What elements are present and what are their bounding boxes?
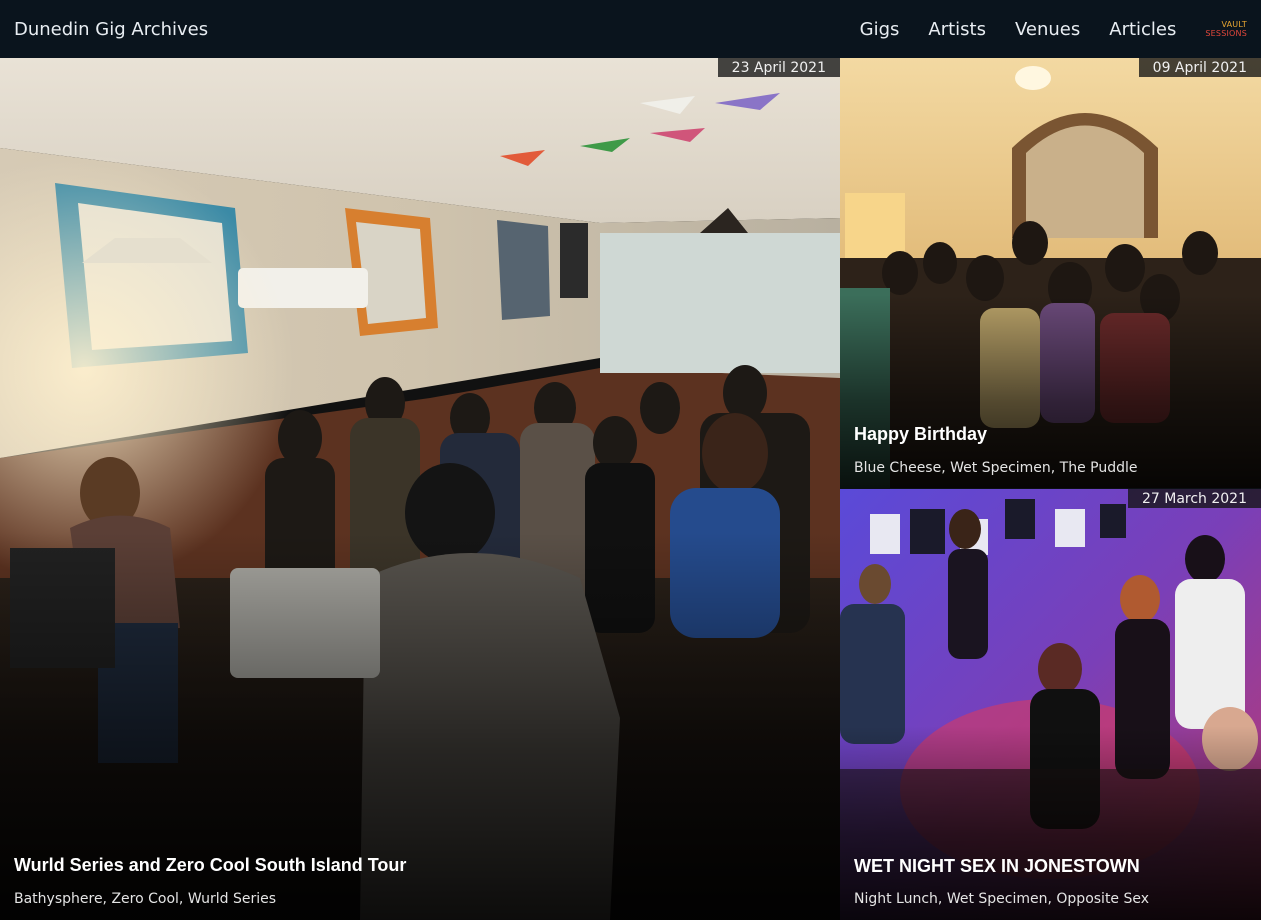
nav-venues[interactable]: Venues	[1015, 19, 1080, 40]
nav-gigs[interactable]: Gigs	[860, 19, 900, 40]
gig-date: 27 March 2021	[1127, 489, 1261, 508]
vault-logo-line1: VAULT	[1221, 20, 1247, 29]
site-title-link[interactable]: Dunedin Gig Archives	[14, 19, 208, 40]
gig-title: WET NIGHT SEX IN JONESTOWN	[854, 856, 1140, 876]
gig-title: Happy Birthday	[854, 424, 988, 444]
nav-artists[interactable]: Artists	[928, 19, 986, 40]
site-header: Dunedin Gig Archives Gigs Artists Venues…	[0, 0, 1261, 58]
vault-logo-line2: SESSIONS	[1205, 29, 1247, 38]
gig-bands: Blue Cheese, Wet Specimen, The Puddle	[854, 460, 1138, 476]
photo-shade	[0, 58, 840, 920]
gig-bands: Bathysphere, Zero Cool, Wurld Series	[14, 891, 277, 907]
gig-card-top-right[interactable]: 09 April 2021 Happy Birthday Blue Cheese…	[840, 58, 1261, 488]
gig-card-featured[interactable]: 23 April 2021 Wurld Series and Zero Cool…	[0, 58, 840, 920]
nav-articles[interactable]: Articles	[1109, 19, 1176, 40]
gig-card-bottom-right[interactable]: 27 March 2021 WET NIGHT SEX IN JONESTOWN…	[840, 489, 1261, 920]
vault-sessions-logo-link[interactable]: VAULT SESSIONS	[1205, 20, 1247, 38]
gig-date: 09 April 2021	[1138, 58, 1261, 77]
gig-date: 23 April 2021	[717, 58, 840, 77]
gig-title: Wurld Series and Zero Cool South Island …	[14, 855, 407, 875]
main-nav: Gigs Artists Venues Articles VAULT SESSI…	[831, 19, 1247, 40]
gig-bands: Night Lunch, Wet Specimen, Opposite Sex	[854, 891, 1150, 907]
